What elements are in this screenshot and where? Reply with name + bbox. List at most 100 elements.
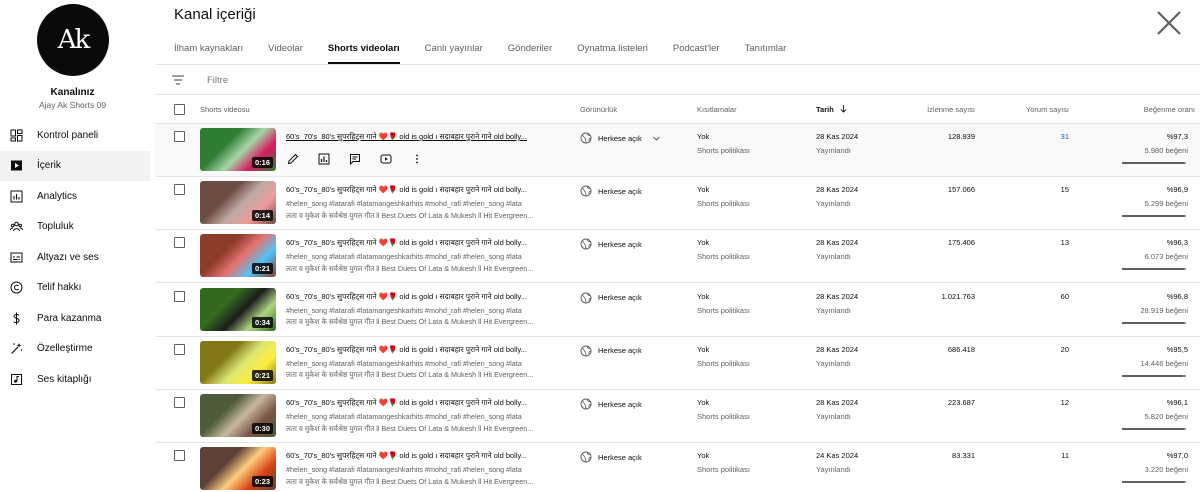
table-row[interactable]: 0:34 60's_70's_80's सुपरहिट्स गाने ❤️🌹 ol… [155,284,1200,337]
column-header-likes[interactable]: Beğenme oranı [1085,105,1195,114]
date-cell: 28 Kas 2024 Yayınlandı [816,185,858,208]
tab-0[interactable]: İlham kaynakları [174,36,243,64]
sidebar-item-content[interactable]: İçerik [0,150,150,181]
tab-7[interactable]: Tanıtımlar [745,36,787,64]
main-content: Kanal içeriği İlham kaynakları Videolar Sh… [155,0,1200,492]
select-all-checkbox[interactable] [174,104,185,115]
duration-badge: 0:23 [251,476,273,488]
sidebar-item-community[interactable]: Topluluk [0,212,150,243]
like-ratio-value: %96,1 [1166,398,1188,407]
sidebar-item-audio-library[interactable]: Ses kitaplığı [0,364,150,395]
row-checkbox[interactable] [174,343,185,355]
video-thumbnail[interactable]: 0:14 [200,181,276,225]
tab-4[interactable]: Gönderiler [508,36,552,64]
view-on-youtube-button[interactable] [379,152,393,166]
table-row[interactable]: 0:14 60's_70's_80's सुपरहिट्स गाने ❤️🌹 ol… [155,177,1200,231]
more-vertical-icon [416,154,418,164]
visibility-cell: Herkese açık [580,238,642,250]
sidebar-item-customization[interactable]: Özelleştirme [0,334,150,365]
like-count-value: 5.820 beğeni [1144,412,1188,421]
sidebar-item-label: Telif hakkı [37,282,82,294]
restriction-policy-link[interactable]: Shorts politikası [697,146,750,155]
like-ratio-value: %97,0 [1166,451,1188,461]
filter-input[interactable] [207,74,507,86]
restriction-policy-link[interactable]: Shorts politikası [697,465,750,474]
column-header-date-label: Tarih [816,105,834,114]
video-thumbnail[interactable]: 0:21 [200,340,276,384]
video-thumbnail[interactable]: 0:30 [200,394,276,437]
channel-title: Kanalınız [50,87,95,98]
comment-icon [350,154,360,165]
video-thumbnail[interactable]: 0:23 [200,447,276,491]
column-header-visibility[interactable]: Görünürlük [580,105,617,114]
sidebar-item-analytics[interactable]: Analytics [0,181,150,212]
table-row[interactable]: 0:16 60's_70's_80's सुपरहिट्स गाने ❤️🌹 ol… [155,124,1200,177]
row-checkbox[interactable] [174,237,185,249]
tab-6[interactable]: Podcast'ler [673,36,720,64]
like-count-value: 6.073 beğeni [1144,252,1188,262]
video-thumbnail[interactable]: 0:16 [200,128,276,171]
video-thumbnail[interactable]: 0:21 [200,234,276,278]
video-title[interactable]: 60's_70's_80's सुपरहिट्स गाने ❤️🌹 old is… [286,185,556,195]
analytics-icon [9,189,23,203]
analytics-button[interactable] [317,152,331,166]
table-row[interactable]: 0:23 60's_70's_80's सुपरहिट्स गाने ❤️🌹 ol… [155,443,1200,492]
video-description: #helen_song #latarafi #latamangeshkarhit… [286,305,556,328]
restriction-policy-link[interactable]: Shorts politikası [697,412,750,421]
video-title[interactable]: 60's_70's_80's सुपरहिट्स गाने ❤️🌹 old is… [286,132,556,142]
table-row[interactable]: 0:21 60's_70's_80's सुपरहिट्स गाने ❤️🌹 ol… [155,230,1200,284]
column-header-date[interactable]: Tarih [816,105,847,114]
filter-icon[interactable] [171,73,185,87]
sidebar-item-dashboard[interactable]: Kontrol paneli [0,120,150,151]
table-row[interactable]: 0:21 60's_70's_80's सुपरहिट्स गाने ❤️🌹 ol… [155,337,1200,390]
tab-3[interactable]: Canlı yayınlar [425,36,483,64]
comments-value[interactable]: 31 [955,132,1069,141]
row-checkbox[interactable] [174,450,185,462]
restriction-policy-link[interactable]: Shorts politikası [697,359,750,368]
channel-name: Ajay Ak Shorts 09 [38,100,107,110]
sidebar: Ak Kanalınız Ajay Ak Shorts 09 Kontrol p… [0,0,155,492]
avatar[interactable]: Ak [37,4,109,76]
edit-details-button[interactable] [286,152,300,166]
video-title[interactable]: 60's_70's_80's सुपरहिट्स गाने ❤️🌹 old is… [286,345,556,355]
column-header-comments[interactable]: Yorum sayısı [955,105,1069,114]
row-checkbox[interactable] [174,131,185,142]
video-title[interactable]: 60's_70's_80's सुपरहिट्स गाने ❤️🌹 old is… [286,398,556,408]
date-value: 28 Kas 2024 [816,132,859,141]
description-line: #helen_song #latarafi #latamangeshkarhit… [286,305,522,315]
video-title[interactable]: 60's_70's_80's सुपरहिट्स गाने ❤️🌹 old is… [286,451,556,461]
close-button[interactable] [1156,10,1182,36]
restriction-policy-link[interactable]: Shorts politikası [697,306,750,315]
content-icon [9,159,23,173]
restriction-value: Yok [697,291,710,301]
description-line: #helen_song #latarafi #latamangeshkarhit… [286,252,522,262]
column-header-restrictions[interactable]: Kısıtlamalar [697,105,737,114]
page-title: Kanal içeriği [174,6,256,23]
row-checkbox[interactable] [174,184,185,196]
row-checkbox[interactable] [174,290,185,302]
tab-2[interactable]: Shorts videoları [327,36,400,64]
video-thumbnail[interactable]: 0:34 [200,287,276,331]
visibility-cell[interactable]: Herkese açık [580,132,667,144]
copyright-icon [9,281,23,295]
sidebar-item-subtitles[interactable]: Altyazı ve ses [0,242,150,273]
sidebar-item-copyright[interactable]: Telif hakkı [0,273,150,304]
comments-value: 12 [1060,398,1069,407]
tab-5[interactable]: Oynatma listeleri [577,36,648,64]
tab-1[interactable]: Videolar [268,36,303,64]
chevron-down-icon[interactable] [652,134,661,143]
restriction-policy-link[interactable]: Shorts politikası [697,252,750,261]
table-row[interactable]: 0:30 60's_70's_80's सुपरहिट्स गाने ❤️🌹 ol… [155,390,1200,443]
date-status: Yayınlandı [816,412,851,421]
sidebar-item-monetization[interactable]: Para kazanma [0,303,150,334]
like-count-value: 14.446 beğeni [1140,358,1188,368]
like-count-value: 28.919 beğeni [1140,305,1188,315]
video-title[interactable]: 60's_70's_80's सुपरहिट्स गाने ❤️🌹 old is… [286,238,556,248]
date-value: 24 Kas 2024 [816,451,859,461]
row-checkbox[interactable] [174,397,185,408]
globe-icon [580,398,592,410]
restriction-policy-link[interactable]: Shorts politikası [697,199,750,208]
more-options-button[interactable] [410,152,424,166]
video-title[interactable]: 60's_70's_80's सुपरहिट्स गाने ❤️🌹 old is… [286,292,556,302]
comments-button[interactable] [348,152,362,166]
